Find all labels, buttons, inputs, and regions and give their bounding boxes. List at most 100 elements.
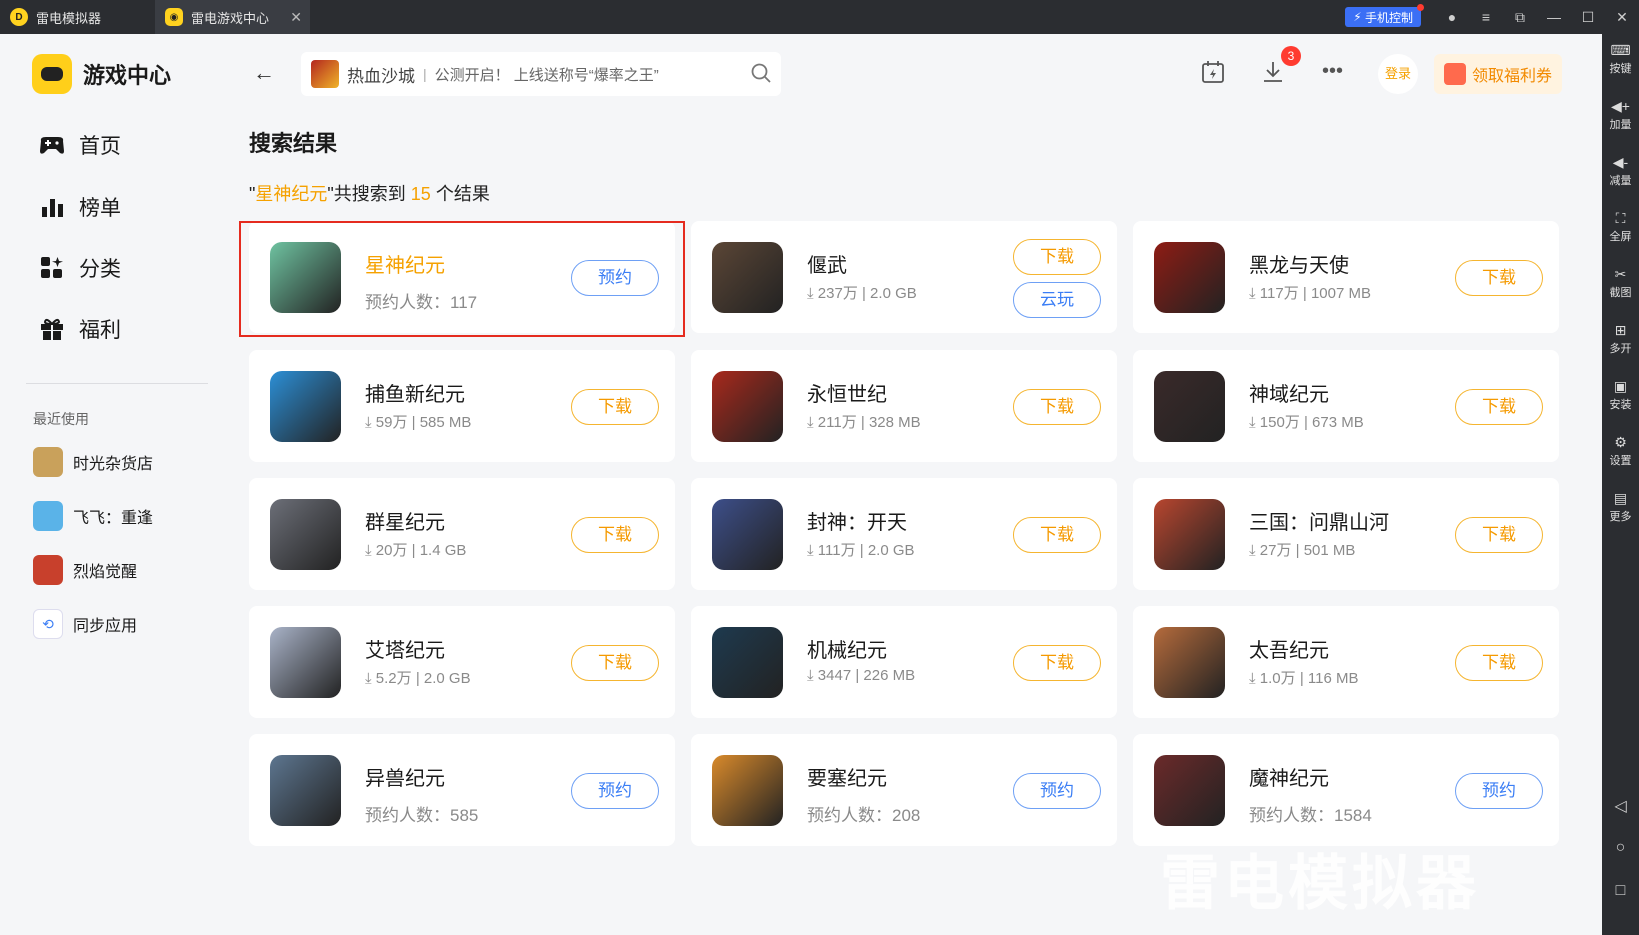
download-button[interactable]: 下载	[571, 517, 659, 553]
download-button[interactable]: 下载	[1013, 389, 1101, 425]
search-icon[interactable]	[751, 63, 771, 88]
game-name[interactable]: 机械纪元	[807, 634, 887, 663]
maximize-icon[interactable]: ☐	[1571, 0, 1605, 34]
game-name[interactable]: 永恒世纪	[807, 378, 887, 407]
tab-close-icon[interactable]: ✕	[290, 9, 302, 26]
game-name[interactable]: 群星纪元	[365, 506, 445, 535]
keyboard-icon: ⌨	[1610, 42, 1631, 58]
close-window-icon[interactable]: ✕	[1605, 0, 1639, 34]
game-icon[interactable]	[1154, 371, 1225, 442]
game-name[interactable]: 捕鱼新纪元	[365, 378, 465, 407]
game-icon[interactable]	[270, 755, 341, 826]
download-button[interactable]: 下载	[1455, 260, 1543, 296]
toolbar-label: 设置	[1609, 455, 1632, 467]
reserve-button[interactable]: 预约	[1013, 773, 1101, 809]
game-result-card[interactable]: 艾塔纪元 ⤓ 5.2万 | 2.0 GB 下载	[249, 606, 675, 718]
game-result-card[interactable]: 异兽纪元 预约人数：585 预约	[249, 734, 675, 846]
game-result-card[interactable]: 要塞纪元 预约人数：208 预约	[691, 734, 1117, 846]
cloud-play-button[interactable]: 云玩	[1013, 282, 1101, 318]
game-name[interactable]: 魔神纪元	[1249, 762, 1329, 791]
sidebar-item-home[interactable]: 首页	[38, 130, 121, 160]
back-nav-icon[interactable]: ◁	[1602, 796, 1639, 816]
game-result-card[interactable]: 封神：开天 ⤓ 111万 | 2.0 GB 下载	[691, 478, 1117, 590]
recent-item[interactable]: 飞飞：重逢	[33, 501, 153, 531]
install-apk-button[interactable]: ▣ 安装	[1602, 378, 1639, 412]
download-button[interactable]: 下载	[1013, 645, 1101, 681]
more-options-icon[interactable]: •••	[1322, 60, 1343, 83]
game-result-card[interactable]: 机械纪元 ⤓ 3447 | 226 MB 下载	[691, 606, 1117, 718]
game-icon[interactable]	[712, 499, 783, 570]
game-name[interactable]: 神域纪元	[1249, 378, 1329, 407]
minimize-icon[interactable]: —	[1537, 0, 1571, 34]
game-icon[interactable]	[270, 627, 341, 698]
game-name[interactable]: 黑龙与天使	[1249, 249, 1349, 278]
game-icon[interactable]	[270, 371, 341, 442]
volume-down-button[interactable]: ◀- 减量	[1602, 154, 1639, 188]
game-icon[interactable]	[1154, 755, 1225, 826]
home-nav-icon[interactable]: ○	[1602, 839, 1639, 857]
download-button[interactable]: 下载	[571, 389, 659, 425]
game-icon[interactable]	[1154, 242, 1225, 313]
reserve-button[interactable]: 预约	[571, 773, 659, 809]
recent-item[interactable]: 时光杂货店	[33, 447, 153, 477]
game-name[interactable]: 三国：问鼎山河	[1249, 506, 1389, 535]
screenshot-button[interactable]: ✂ 截图	[1602, 266, 1639, 300]
game-result-card[interactable]: 三国：问鼎山河 ⤓ 27万 | 501 MB 下载	[1133, 478, 1559, 590]
game-name[interactable]: 艾塔纪元	[365, 634, 445, 663]
game-name[interactable]: 封神：开天	[807, 506, 907, 535]
game-icon[interactable]	[712, 242, 783, 313]
game-meta: ⤓ 5.2万 | 2.0 GB	[365, 670, 471, 687]
multi-instance-button[interactable]: ⊞ 多开	[1602, 322, 1639, 356]
game-icon[interactable]	[1154, 499, 1225, 570]
sidebar-item-welfare[interactable]: 福利	[38, 314, 121, 344]
more-button[interactable]: ▤ 更多	[1602, 490, 1639, 524]
recents-nav-icon[interactable]: □	[1602, 882, 1639, 900]
game-icon[interactable]	[1154, 627, 1225, 698]
game-result-card[interactable]: 捕鱼新纪元 ⤓ 59万 | 585 MB 下载	[249, 350, 675, 462]
game-result-card[interactable]: 神域纪元 ⤓ 150万 | 673 MB 下载	[1133, 350, 1559, 462]
sidebar-item-category[interactable]: 分类	[38, 253, 121, 283]
download-button[interactable]: 下载	[1455, 389, 1543, 425]
download-button[interactable]: 下载	[1013, 239, 1101, 275]
download-button[interactable]: 下载	[1455, 645, 1543, 681]
download-button[interactable]: 下载	[1013, 517, 1101, 553]
game-result-card[interactable]: 永恒世纪 ⤓ 211万 | 328 MB 下载	[691, 350, 1117, 462]
reserve-button[interactable]: 预约	[1455, 773, 1543, 809]
download-icon[interactable]	[1261, 60, 1285, 90]
game-result-card[interactable]: 群星纪元 ⤓ 20万 | 1.4 GB 下载	[249, 478, 675, 590]
calendar-icon[interactable]	[1201, 60, 1225, 90]
game-result-card[interactable]: 魔神纪元 预约人数：1584 预约	[1133, 734, 1559, 846]
game-icon[interactable]	[712, 755, 783, 826]
game-name[interactable]: 太吾纪元	[1249, 634, 1329, 663]
game-result-card[interactable]: 太吾纪元 ⤓ 1.0万 | 116 MB 下载	[1133, 606, 1559, 718]
recent-item[interactable]: 烈焰觉醒	[33, 555, 137, 585]
notification-dot	[1417, 4, 1424, 11]
menu-icon[interactable]: ≡	[1469, 0, 1503, 34]
settings-button[interactable]: ⚙ 设置	[1602, 434, 1639, 468]
fullscreen-icon: ⛶	[1615, 210, 1626, 226]
user-icon[interactable]: ●	[1435, 0, 1469, 34]
popout-icon[interactable]: ⧉	[1503, 0, 1537, 34]
tab-game-center[interactable]: ◉ 雷电游戏中心 ✕	[155, 0, 310, 34]
recent-item[interactable]: ⟲ 同步应用	[33, 609, 137, 639]
download-button[interactable]: 下载	[571, 645, 659, 681]
game-result-card[interactable]: 黑龙与天使 ⤓ 117万 | 1007 MB 下载	[1133, 221, 1559, 333]
game-icon[interactable]	[712, 627, 783, 698]
phone-control-button[interactable]: ⚡ 手机控制	[1345, 4, 1424, 27]
game-name[interactable]: 偃武	[807, 249, 847, 278]
login-button[interactable]: 登录	[1378, 54, 1418, 94]
game-icon[interactable]	[270, 499, 341, 570]
tab-emulator[interactable]: D 雷电模拟器	[0, 0, 155, 34]
fullscreen-button[interactable]: ⛶ 全屏	[1602, 210, 1639, 244]
back-arrow-icon[interactable]: ←	[253, 60, 275, 86]
keymap-button[interactable]: ⌨ 按键	[1602, 42, 1639, 76]
game-name[interactable]: 要塞纪元	[807, 762, 887, 791]
game-name[interactable]: 异兽纪元	[365, 762, 445, 791]
search-bar[interactable]: 热血沙城 | 公测开启！ 上线送称号“爆率之王”	[301, 52, 781, 96]
sidebar-item-ranking[interactable]: 榜单	[38, 192, 121, 222]
game-icon[interactable]	[712, 371, 783, 442]
download-button[interactable]: 下载	[1455, 517, 1543, 553]
claim-coupon-button[interactable]: 领取福利券	[1434, 54, 1562, 94]
volume-up-button[interactable]: ◀+ 加量	[1602, 98, 1639, 132]
game-result-card[interactable]: 偃武 ⤓ 237万 | 2.0 GB 下载 云玩	[691, 221, 1117, 333]
